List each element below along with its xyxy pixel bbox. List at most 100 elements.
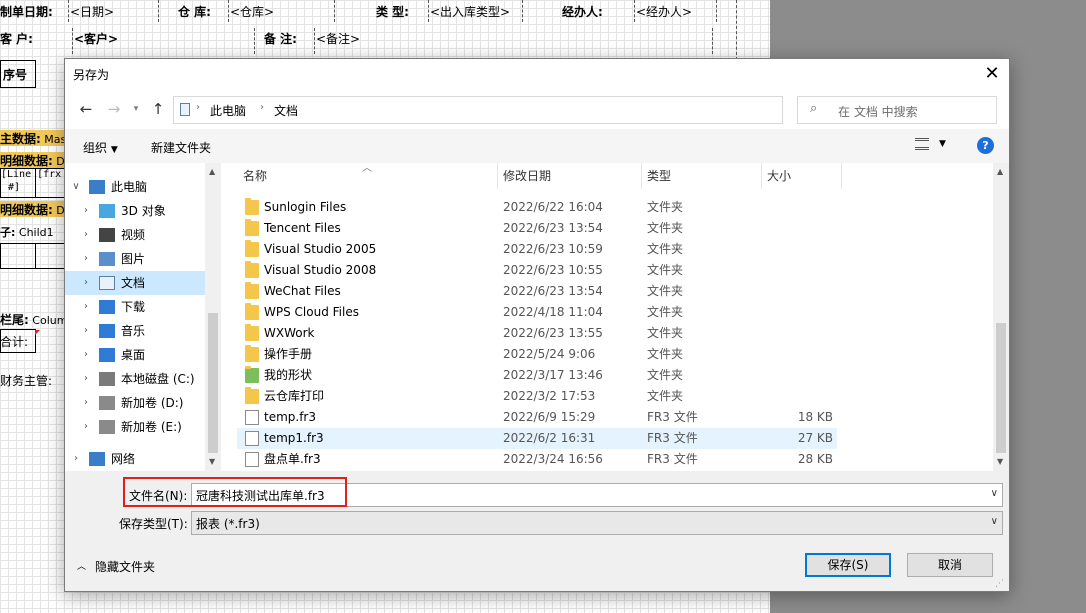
detail-data-band-2[interactable]: 明细数据: D: [0, 201, 66, 217]
folder-icon: [245, 366, 259, 383]
warehouse-field[interactable]: <仓库>: [230, 3, 274, 20]
column-divider[interactable]: [841, 163, 842, 189]
close-button[interactable]: ✕: [979, 61, 1005, 87]
nav-item[interactable]: › 图片: [65, 247, 205, 271]
child-cell[interactable]: [35, 243, 67, 269]
nav-item[interactable]: ∨ 此电脑: [65, 175, 205, 199]
handler-field[interactable]: <经办人>: [636, 3, 692, 20]
sort-chevron-icon: ︿: [362, 163, 372, 174]
view-dropdown-icon[interactable]: ▼: [939, 139, 946, 149]
nav-item[interactable]: › 3D 对象: [65, 199, 205, 223]
chevron-right-icon[interactable]: ›: [81, 415, 91, 439]
nav-scroll-thumb[interactable]: [208, 313, 218, 453]
nav-item[interactable]: › 桌面: [65, 343, 205, 367]
column-footer-band[interactable]: 栏尾: Colum: [0, 311, 66, 327]
nav-item[interactable]: › 新加卷 (E:): [65, 415, 205, 439]
nav-item-label: 音乐: [121, 324, 146, 338]
cancel-button[interactable]: 取消: [907, 553, 993, 577]
new-folder-button[interactable]: 新建文件夹: [151, 139, 211, 156]
file-row[interactable]: 我的形状 2022/3/17 13:46 文件夹: [237, 365, 837, 386]
file-scroll-thumb[interactable]: [996, 323, 1006, 453]
date-field[interactable]: <日期>: [70, 3, 114, 20]
nav-item[interactable]: › 视频: [65, 223, 205, 247]
nav-item[interactable]: › 新加卷 (D:): [65, 391, 205, 415]
remark-field[interactable]: <备注>: [316, 30, 360, 47]
scroll-up-icon[interactable]: ▲: [209, 167, 215, 176]
chevron-right-icon[interactable]: ›: [81, 295, 91, 319]
file-row[interactable]: WeChat Files 2022/6/23 13:54 文件夹: [237, 281, 837, 302]
column-header-size[interactable]: 大小: [767, 163, 791, 189]
title-bar[interactable]: 另存为 ✕: [65, 59, 1009, 89]
nav-item[interactable]: › 文档: [65, 271, 205, 295]
address-bar[interactable]: › 此电脑 › 文档 ∨ ↻: [173, 96, 878, 124]
breadcrumb-this-pc[interactable]: 此电脑: [210, 102, 246, 119]
filetype-select[interactable]: 报表 (*.fr3) ∨: [191, 511, 1003, 535]
file-row[interactable]: Visual Studio 2005 2022/6/23 10:59 文件夹: [237, 239, 837, 260]
view-options-icon[interactable]: [915, 138, 929, 150]
file-type: 文件夹: [647, 221, 684, 235]
chevron-right-icon[interactable]: ›: [81, 223, 91, 247]
file-row[interactable]: 盘点单.fr3 2022/3/24 16:56 FR3 文件 28 KB: [237, 449, 837, 470]
hide-folders-button[interactable]: 隐藏文件夹: [95, 558, 155, 575]
chevron-down-icon[interactable]: ∨: [991, 488, 998, 499]
up-arrow-icon[interactable]: ↑: [149, 100, 167, 118]
band-name: D: [52, 204, 65, 217]
column-divider[interactable]: [497, 163, 498, 189]
file-row[interactable]: 操作手册 2022/5/24 9:06 文件夹: [237, 344, 837, 365]
dialog-title: 另存为: [73, 68, 110, 82]
chevron-right-icon[interactable]: ›: [81, 271, 91, 295]
column-header-type[interactable]: 类型: [647, 163, 671, 189]
help-icon[interactable]: ?: [977, 137, 994, 154]
chevron-right-icon[interactable]: ›: [81, 247, 91, 271]
recent-chevron-icon[interactable]: ▾: [127, 100, 145, 118]
chevron-right-icon[interactable]: ›: [81, 367, 91, 391]
file-row[interactable]: WPS Cloud Files 2022/4/18 11:04 文件夹: [237, 302, 837, 323]
file-list-scrollbar[interactable]: ▲ ▼: [993, 163, 1009, 471]
chevron-right-icon[interactable]: ›: [81, 391, 91, 415]
type-field[interactable]: <出入库类型>: [430, 3, 510, 20]
master-data-band[interactable]: 主数据: Mas: [0, 130, 66, 146]
forward-arrow-icon[interactable]: →: [105, 100, 123, 118]
file-size: 27 KB: [797, 431, 833, 445]
file-row[interactable]: Tencent Files 2022/6/23 13:54 文件夹: [237, 218, 837, 239]
organize-button[interactable]: 组织 ▼: [83, 139, 118, 156]
column-header-name[interactable]: 名称: [243, 163, 267, 189]
chevron-down-icon[interactable]: ∨: [71, 175, 81, 199]
handler-label: 经办人:: [562, 5, 603, 19]
chevron-down-icon[interactable]: ∨: [991, 516, 998, 527]
column-header-date[interactable]: 修改日期: [503, 163, 551, 189]
detail-data-band[interactable]: 明细数据: D: [0, 152, 66, 168]
nav-item[interactable]: › 下载: [65, 295, 205, 319]
save-button[interactable]: 保存(S): [805, 553, 891, 577]
child-cell[interactable]: [0, 243, 36, 269]
file-row[interactable]: temp.fr3 2022/6/9 15:29 FR3 文件 18 KB: [237, 407, 837, 428]
field-border: [334, 0, 335, 22]
file-row[interactable]: temp1.fr3 2022/6/2 16:31 FR3 文件 27 KB: [237, 428, 837, 449]
nav-item-label: 桌面: [121, 348, 146, 362]
chevron-right-icon[interactable]: ›: [81, 319, 91, 343]
nav-item[interactable]: › 音乐: [65, 319, 205, 343]
file-row[interactable]: WXWork 2022/6/23 13:55 文件夹: [237, 323, 837, 344]
resize-grip-icon[interactable]: ⋰: [995, 579, 1004, 589]
hide-folders-icon[interactable]: ︿: [77, 559, 86, 572]
back-arrow-icon[interactable]: ←: [77, 100, 95, 118]
customer-field[interactable]: <客户>: [74, 30, 118, 47]
nav-item[interactable]: › 网络: [65, 447, 205, 471]
band-title: 明细数据:: [0, 203, 53, 217]
child-band[interactable]: 子: Child1: [0, 224, 54, 240]
chevron-right-icon[interactable]: ›: [81, 343, 91, 367]
scroll-down-icon[interactable]: ▼: [997, 457, 1003, 466]
search-box[interactable]: ⌕ 在 文档 中搜索: [797, 96, 997, 124]
nav-scrollbar[interactable]: ▲ ▼: [205, 163, 221, 471]
chevron-right-icon[interactable]: ›: [71, 447, 81, 471]
scroll-up-icon[interactable]: ▲: [997, 167, 1003, 176]
file-row[interactable]: Sunlogin Files 2022/6/22 16:04 文件夹: [237, 197, 837, 218]
column-divider[interactable]: [761, 163, 762, 189]
nav-item[interactable]: › 本地磁盘 (C:): [65, 367, 205, 391]
breadcrumb-documents[interactable]: 文档: [274, 102, 298, 119]
chevron-right-icon[interactable]: ›: [81, 199, 91, 223]
column-divider[interactable]: [641, 163, 642, 189]
file-row[interactable]: Visual Studio 2008 2022/6/23 10:55 文件夹: [237, 260, 837, 281]
scroll-down-icon[interactable]: ▼: [209, 457, 215, 466]
file-row[interactable]: 云仓库打印 2022/3/2 17:53 文件夹: [237, 386, 837, 407]
